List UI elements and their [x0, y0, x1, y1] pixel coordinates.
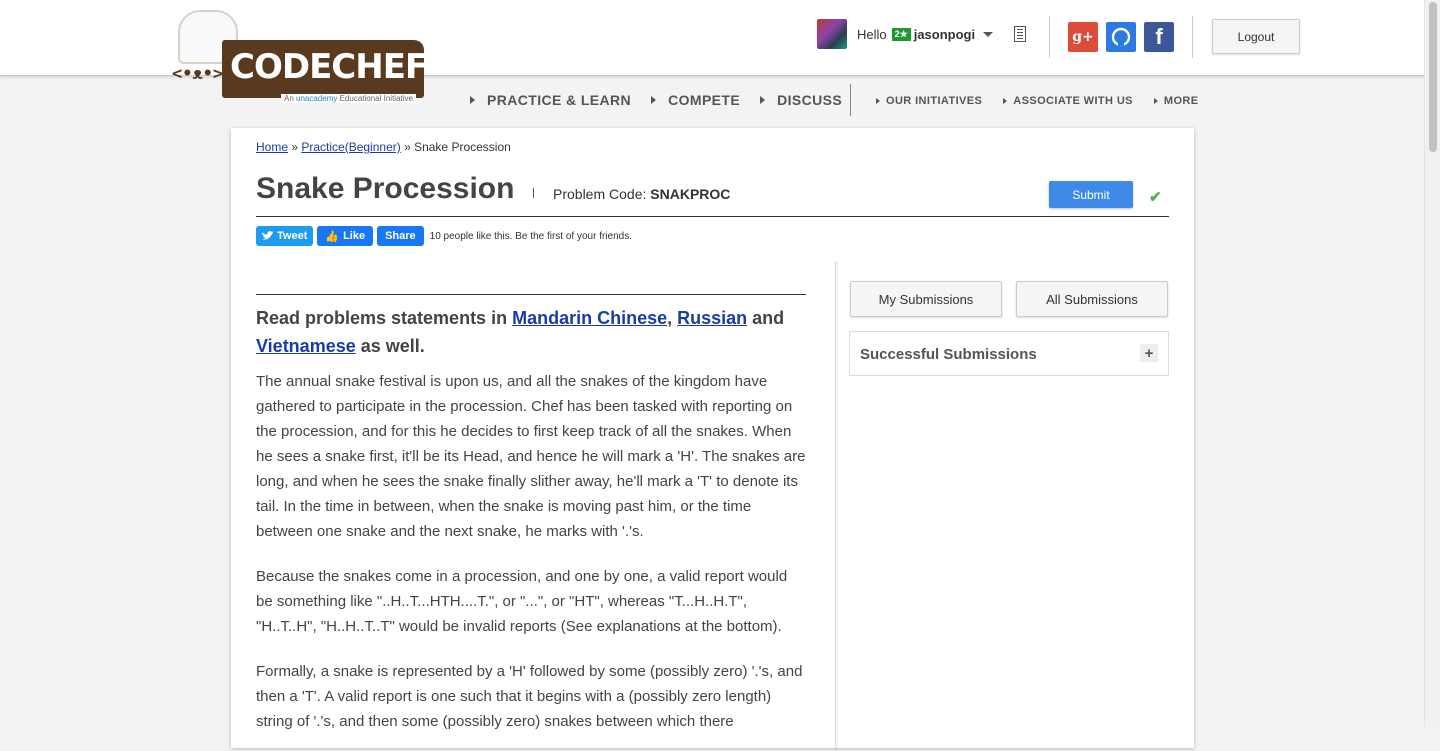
- translations-note: Read problems statements in Mandarin Chi…: [256, 304, 806, 360]
- caret-right-icon: [1153, 98, 1158, 104]
- fb-like-button[interactable]: 👍 Like: [317, 226, 374, 246]
- my-submissions-button[interactable]: My Submissions: [850, 281, 1002, 317]
- breadcrumb-home[interactable]: Home: [256, 140, 288, 154]
- problem-card: Home » Practice(Beginner) » Snake Proces…: [231, 128, 1194, 751]
- page-title: Snake Procession: [256, 172, 515, 205]
- nav-more[interactable]: MORE: [1153, 95, 1199, 107]
- caret-right-icon: [876, 98, 880, 104]
- successful-submissions-title: Successful Submissions: [860, 346, 1037, 363]
- link-mandarin[interactable]: Mandarin Chinese: [512, 308, 667, 328]
- chef-face-icon: <•ᴥ•>: [172, 64, 224, 84]
- facebook-icon[interactable]: f: [1144, 22, 1174, 52]
- fb-share-button[interactable]: Share: [377, 226, 424, 246]
- caret-right-icon: [1003, 98, 1008, 104]
- breadcrumb-current: Snake Procession: [414, 140, 511, 154]
- logo-tagline: An unacademy Educational Initiative: [281, 94, 416, 103]
- breadcrumb: Home » Practice(Beginner) » Snake Proces…: [256, 140, 511, 154]
- caret-right-icon: [470, 96, 475, 104]
- breadcrumb-separator: »: [288, 140, 302, 154]
- nav-label: PRACTICE & LEARN: [487, 92, 632, 108]
- caret-right-icon: [760, 96, 766, 104]
- nav-divider: [850, 84, 851, 116]
- codechef-logo[interactable]: <•ᴥ•> CODECHEF An unacademy Educational …: [172, 10, 428, 110]
- like-count-text: 10 people like this. Be the first of you…: [429, 230, 632, 242]
- rating-badge: 2★: [891, 28, 911, 41]
- tagline-suffix: Educational Initiative: [337, 94, 413, 103]
- tweet-label: Tweet: [277, 230, 308, 242]
- header-divider: [1192, 16, 1193, 58]
- nav-associate-with-us[interactable]: ASSOCIATE WITH US: [1003, 95, 1133, 107]
- link-vietnamese[interactable]: Vietnamese: [256, 336, 356, 356]
- nav-label: DISCUSS: [777, 92, 843, 108]
- expand-icon[interactable]: +: [1140, 344, 1158, 362]
- thumbs-up-icon: 👍: [325, 230, 340, 243]
- translations-prefix: Read problems statements in: [256, 308, 513, 328]
- column-divider: [835, 261, 836, 751]
- problem-code-value: SNAKPROC: [650, 186, 731, 202]
- chevron-down-icon[interactable]: [983, 32, 994, 37]
- statement-paragraph: Formally, a snake is represented by a 'H…: [256, 663, 803, 730]
- breadcrumb-practice[interactable]: Practice(Beginner): [301, 140, 400, 154]
- share-row: Tweet 👍 Like Share 10 people like this. B…: [256, 226, 632, 246]
- like-label: Like: [343, 230, 366, 242]
- site-header: <•ᴥ•> CODECHEF An unacademy Educational …: [0, 0, 1425, 103]
- logout-button[interactable]: Logout: [1212, 19, 1300, 54]
- translations-and: and: [747, 308, 785, 328]
- main-nav: PRACTICE & LEARN COMPETE DISCUSS: [470, 92, 842, 108]
- github-glyph: [1111, 27, 1131, 47]
- translations-suffix: as well.: [355, 336, 425, 356]
- username[interactable]: jasonpogi: [914, 27, 975, 42]
- check-icon: ✔: [1149, 189, 1162, 206]
- nav-label: ASSOCIATE WITH US: [1013, 95, 1133, 107]
- tagline-brand: unacademy: [296, 94, 338, 103]
- github-icon[interactable]: [1106, 22, 1136, 52]
- caret-right-icon: [651, 96, 657, 104]
- nav-label: MORE: [1163, 95, 1199, 107]
- nav-label: COMPETE: [668, 92, 741, 108]
- statement-paragraph: Because the snakes come in a procession,…: [256, 568, 788, 635]
- successful-submissions-panel[interactable]: Successful Submissions +: [849, 331, 1169, 376]
- link-russian[interactable]: Russian: [677, 308, 747, 328]
- scrollbar-thumb[interactable]: [1429, 2, 1437, 152]
- user-menu[interactable]: Hello 2★ jasonpogi: [857, 27, 994, 42]
- tweet-button[interactable]: Tweet: [256, 226, 314, 246]
- secondary-nav: OUR INITIATIVES ASSOCIATE WITH US MORE: [876, 95, 1199, 107]
- logo-text: CODECHEF: [230, 47, 428, 87]
- page-scrollbar[interactable]: [1424, 0, 1440, 727]
- content-rule: [256, 294, 806, 295]
- submit-button[interactable]: Submit: [1049, 181, 1133, 208]
- nav-label: OUR INITIATIVES: [886, 95, 983, 107]
- twitter-icon: [262, 231, 274, 240]
- problem-code: Problem Code: SNAKPROC: [553, 186, 730, 202]
- avatar[interactable]: [817, 19, 847, 49]
- google-plus-icon[interactable]: g+: [1068, 22, 1098, 52]
- statement-paragraph: The annual snake festival is upon us, an…: [256, 373, 806, 540]
- nav-discuss[interactable]: DISCUSS: [760, 92, 842, 108]
- title-divider: [533, 188, 534, 198]
- title-rule: [256, 216, 1169, 217]
- tagline-prefix: An: [284, 94, 297, 103]
- nav-practice-learn[interactable]: PRACTICE & LEARN: [470, 92, 631, 108]
- all-submissions-button[interactable]: All Submissions: [1016, 281, 1168, 317]
- problem-code-label: Problem Code:: [553, 186, 651, 202]
- translations-sep: ,: [667, 308, 678, 328]
- breadcrumb-separator: »: [400, 140, 415, 154]
- nav-our-initiatives[interactable]: OUR INITIATIVES: [876, 95, 982, 107]
- nav-compete[interactable]: COMPETE: [651, 92, 740, 108]
- notes-icon[interactable]: [1014, 26, 1026, 42]
- header-divider: [1049, 16, 1050, 58]
- greeting: Hello: [857, 27, 887, 42]
